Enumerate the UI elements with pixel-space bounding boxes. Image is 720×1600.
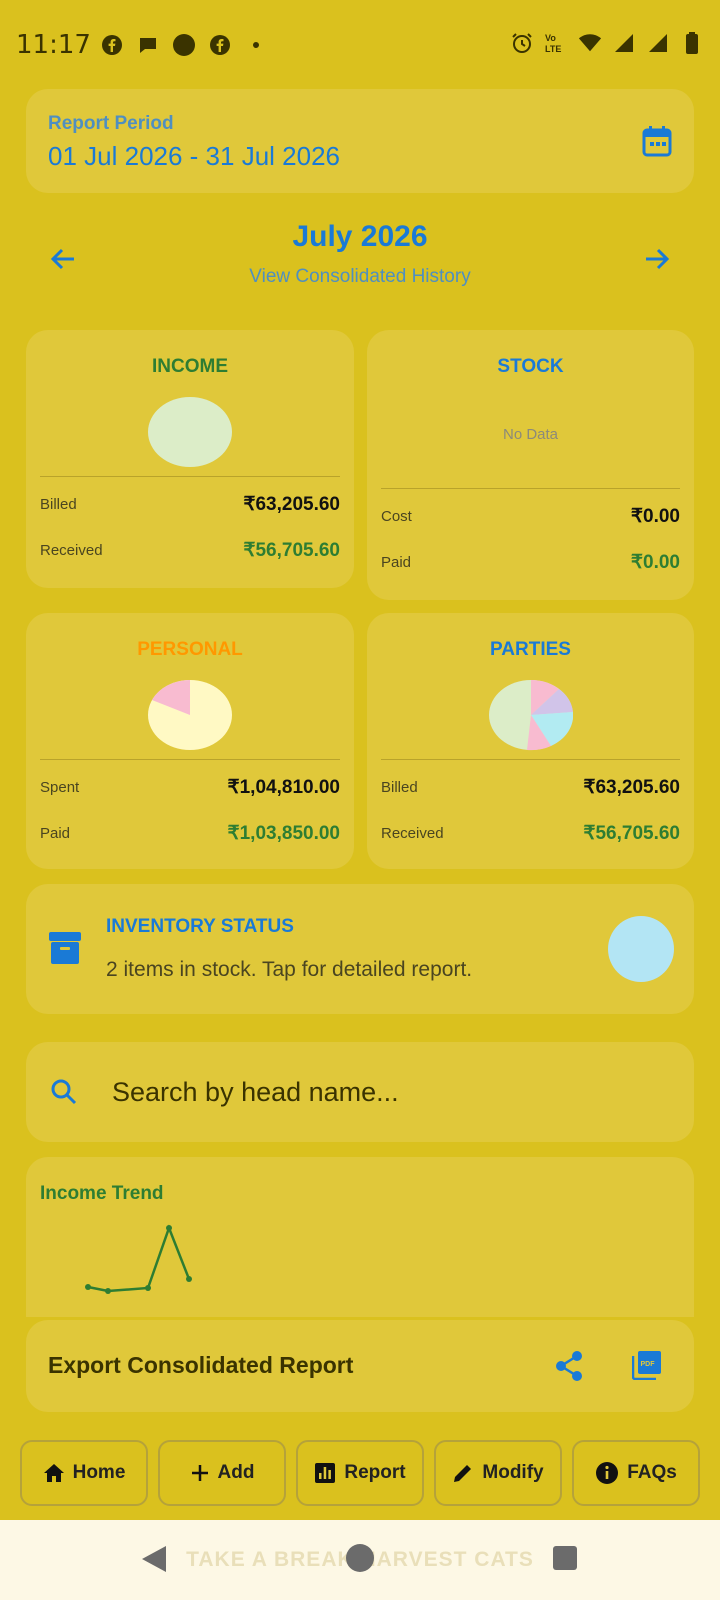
info-icon (596, 1462, 619, 1484)
income-title: INCOME (152, 356, 228, 377)
faqs-nav-label: FAQs (627, 1462, 677, 1483)
home-circle-icon[interactable] (346, 1544, 374, 1572)
parties-billed-value: ₹63,205.60 (583, 777, 680, 798)
signal-icon (646, 31, 670, 55)
inventory-status-title: INVENTORY STATUS (106, 916, 294, 937)
income-billed-label: Billed (40, 496, 77, 513)
add-nav-button[interactable]: Add (158, 1440, 286, 1506)
personal-title: PERSONAL (137, 639, 243, 660)
back-icon[interactable] (140, 1544, 168, 1579)
parties-pie-chart (489, 680, 573, 751)
trend-point (186, 1276, 192, 1282)
svg-text:Vo: Vo (545, 33, 556, 43)
stock-no-data: No Data (502, 426, 559, 443)
income-billed-value: ₹63,205.60 (243, 494, 340, 515)
stock-cost-label: Cost (381, 508, 412, 525)
personal-card[interactable]: PERSONAL Spent ₹1,04,810.00 Paid ₹1,03,8… (26, 613, 354, 869)
month-title: July 2026 (292, 220, 428, 253)
faqs-nav-button[interactable]: FAQs (572, 1440, 700, 1506)
stock-paid-value: ₹0.00 (630, 552, 680, 573)
inventory-status-card[interactable]: INVENTORY STATUS 2 items in stock. Tap f… (26, 884, 694, 1014)
home-icon (43, 1464, 64, 1482)
report-nav-button[interactable]: Report (296, 1440, 424, 1506)
export-report-title: Export Consolidated Report (48, 1352, 354, 1378)
income-trend-chart (85, 1224, 192, 1294)
dot-icon (244, 33, 268, 57)
export-report-card: Export Consolidated Report PDF (26, 1320, 694, 1412)
income-card[interactable]: INCOME Billed ₹63,205.60 Received ₹56,70… (26, 330, 354, 588)
bottom-navigation: Home Add Report Modify FAQs (0, 1440, 720, 1506)
parties-received-value: ₹56,705.60 (583, 823, 680, 844)
report-period-value: 01 Jul 2026 - 31 Jul 2026 (48, 141, 340, 171)
inventory-status-description: 2 items in stock. Tap for detailed repor… (106, 958, 473, 981)
stock-title: STOCK (497, 356, 564, 377)
pencil-icon (454, 1465, 472, 1482)
trend-point (145, 1285, 151, 1291)
search-icon (50, 1078, 78, 1111)
facebook-icon (100, 33, 124, 57)
personal-paid-value: ₹1,03,850.00 (227, 823, 340, 844)
trend-point (166, 1225, 172, 1231)
personal-spent-value: ₹1,04,810.00 (227, 777, 340, 798)
alarm-icon (510, 31, 534, 55)
stock-card[interactable]: STOCK No Data Cost ₹0.00 Paid ₹0.00 (367, 330, 694, 600)
personal-pie-chart (148, 680, 232, 750)
circle-icon (172, 33, 196, 57)
parties-billed-label: Billed (381, 779, 418, 796)
search-card (26, 1042, 694, 1142)
bar-chart-icon (315, 1463, 336, 1483)
add-nav-label: Add (217, 1462, 255, 1483)
facebook-icon (208, 33, 232, 57)
next-month-arrow-icon[interactable] (642, 244, 672, 274)
status-bar: 11:17 Vo LTE (0, 0, 720, 90)
status-time: 11:17 (16, 30, 91, 60)
recent-apps-icon[interactable] (553, 1546, 577, 1570)
volte-icon: Vo LTE (544, 31, 568, 55)
income-pie-chart (148, 397, 232, 467)
report-period-card[interactable]: Report Period 01 Jul 2026 - 31 Jul 2026 (26, 89, 694, 193)
inventory-status-indicator (608, 916, 674, 982)
income-received-label: Received (40, 542, 103, 559)
personal-paid-label: Paid (40, 825, 71, 842)
battery-icon (680, 31, 704, 55)
month-navigation: July 2026 View Consolidated History (26, 210, 694, 300)
home-nav-button[interactable]: Home (20, 1440, 148, 1506)
parties-received-label: Received (381, 825, 444, 842)
system-navigation-bar: TAKE A BREAK HARVEST CATS (0, 1520, 720, 1600)
message-icon (136, 33, 160, 57)
stock-paid-label: Paid (381, 554, 412, 571)
trend-point (85, 1284, 91, 1290)
income-received-value: ₹56,705.60 (243, 540, 340, 561)
svg-text:LTE: LTE (545, 44, 561, 54)
wifi-icon (578, 31, 602, 55)
personal-spent-label: Spent (40, 779, 80, 796)
search-input[interactable] (112, 1068, 652, 1116)
parties-card[interactable]: PARTIES Billed ₹63,205.60 Received ₹56,7… (367, 613, 694, 869)
income-trend-card: Income Trend (26, 1157, 694, 1317)
report-nav-label: Report (344, 1462, 406, 1483)
trend-point (105, 1288, 111, 1294)
modify-nav-button[interactable]: Modify (434, 1440, 562, 1506)
parties-title: PARTIES (490, 639, 571, 660)
calendar-icon[interactable] (642, 125, 672, 162)
home-nav-label: Home (72, 1462, 126, 1483)
stock-cost-value: ₹0.00 (630, 506, 680, 527)
pdf-icon[interactable]: PDF (631, 1350, 662, 1385)
share-icon[interactable] (554, 1350, 584, 1387)
signal-icon (612, 31, 636, 55)
svg-text:PDF: PDF (641, 1361, 656, 1368)
archive-box-icon (48, 930, 82, 971)
plus-icon (191, 1465, 208, 1481)
report-period-label: Report Period (48, 113, 174, 134)
view-history-link[interactable]: View Consolidated History (26, 266, 694, 288)
modify-nav-label: Modify (482, 1462, 544, 1483)
